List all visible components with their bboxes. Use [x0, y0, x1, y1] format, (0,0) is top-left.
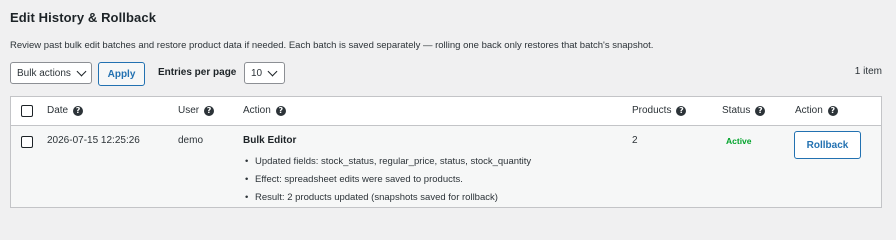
header-user[interactable]: User ?: [178, 105, 215, 116]
header-status-label: Status: [722, 105, 751, 116]
row-products: 2: [632, 135, 638, 146]
row-date: 2026-07-15 12:25:26: [47, 135, 140, 146]
row-action-title: Bulk Editor: [243, 135, 297, 146]
apply-button[interactable]: Apply: [98, 62, 145, 86]
header-action-label: Action: [243, 105, 271, 116]
help-icon[interactable]: ?: [676, 105, 687, 116]
status-badge: Active: [726, 136, 752, 146]
item-count: 1 item: [854, 66, 882, 77]
help-icon[interactable]: ?: [755, 105, 766, 116]
header-status[interactable]: Status ?: [722, 105, 766, 116]
header-date-label: Date: [47, 105, 69, 116]
page-title: Edit History & Rollback: [10, 10, 157, 25]
list-item: Updated fields: stock_status, regular_pr…: [243, 153, 531, 171]
select-all-checkbox[interactable]: [21, 105, 33, 117]
edit-history-page: Edit History & Rollback Review past bulk…: [0, 0, 896, 217]
header-date[interactable]: Date ?: [47, 105, 84, 116]
table-toolbar: Bulk actions Apply Entries per page 10 1…: [10, 62, 882, 86]
entries-per-page-label: Entries per page: [158, 67, 237, 78]
header-action[interactable]: Action ?: [243, 105, 286, 116]
header-user-label: User: [178, 105, 200, 116]
table-row: 2026-07-15 12:25:26 demo Bulk Editor Upd…: [11, 126, 881, 207]
chevron-down-icon: [76, 66, 87, 77]
list-item: Result: 2 products updated (snapshots sa…: [243, 189, 531, 207]
page-description: Review past bulk edit batches and restor…: [10, 40, 654, 51]
table-header: Date ? User ? Action ? Products ? Status…: [11, 97, 881, 126]
header-action-2: Action ?: [795, 105, 838, 116]
header-action-2-label: Action: [795, 105, 823, 116]
help-icon[interactable]: ?: [275, 105, 286, 116]
row-checkbox[interactable]: [21, 136, 33, 148]
bulk-actions-select[interactable]: Bulk actions: [10, 62, 92, 84]
help-icon[interactable]: ?: [73, 105, 84, 116]
row-user: demo: [178, 135, 204, 146]
bulk-actions-label: Bulk actions: [17, 67, 71, 79]
header-products-label: Products: [632, 105, 672, 116]
row-action-details: Updated fields: stock_status, regular_pr…: [243, 153, 531, 207]
header-products[interactable]: Products ?: [632, 105, 687, 116]
entries-per-page-value: 10: [251, 67, 263, 79]
rollback-button[interactable]: Rollback: [794, 131, 861, 159]
list-item: Effect: spreadsheet edits were saved to …: [243, 171, 531, 189]
entries-per-page-select[interactable]: 10: [244, 62, 285, 84]
help-icon[interactable]: ?: [204, 105, 215, 116]
chevron-down-icon: [267, 66, 278, 77]
history-table: Date ? User ? Action ? Products ? Status…: [10, 96, 882, 208]
help-icon[interactable]: ?: [827, 105, 838, 116]
